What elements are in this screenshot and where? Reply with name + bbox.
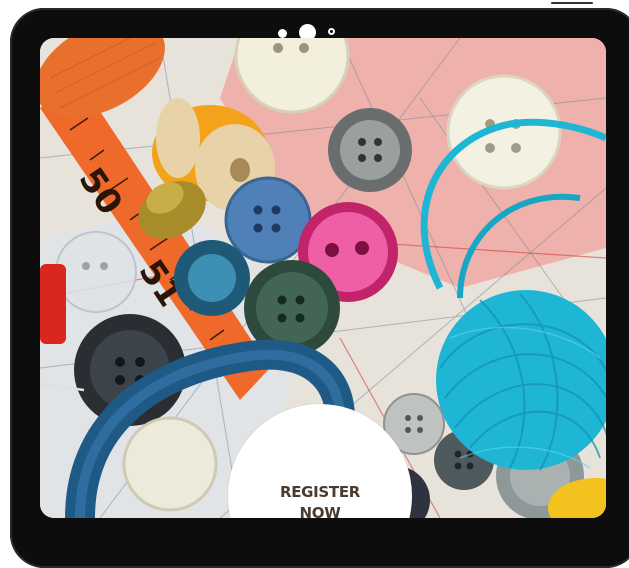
blue-button [224, 176, 312, 264]
teal-button [174, 240, 250, 316]
top-divider-line [551, 2, 593, 4]
red-pincushion [40, 264, 66, 344]
grey-marbled-button [328, 108, 412, 192]
register-now-label: REGISTER NOW [260, 482, 380, 518]
sensor-ring-icon [328, 28, 335, 35]
register-now-line-1: REGISTER [279, 483, 361, 501]
sensor-dot-icon [278, 29, 287, 38]
clear-button [55, 231, 137, 313]
cream-button-right [446, 74, 562, 190]
cream-button-bottom [122, 416, 218, 512]
tablet-screen: 50 51 5 REGISTER NOW [40, 38, 606, 518]
